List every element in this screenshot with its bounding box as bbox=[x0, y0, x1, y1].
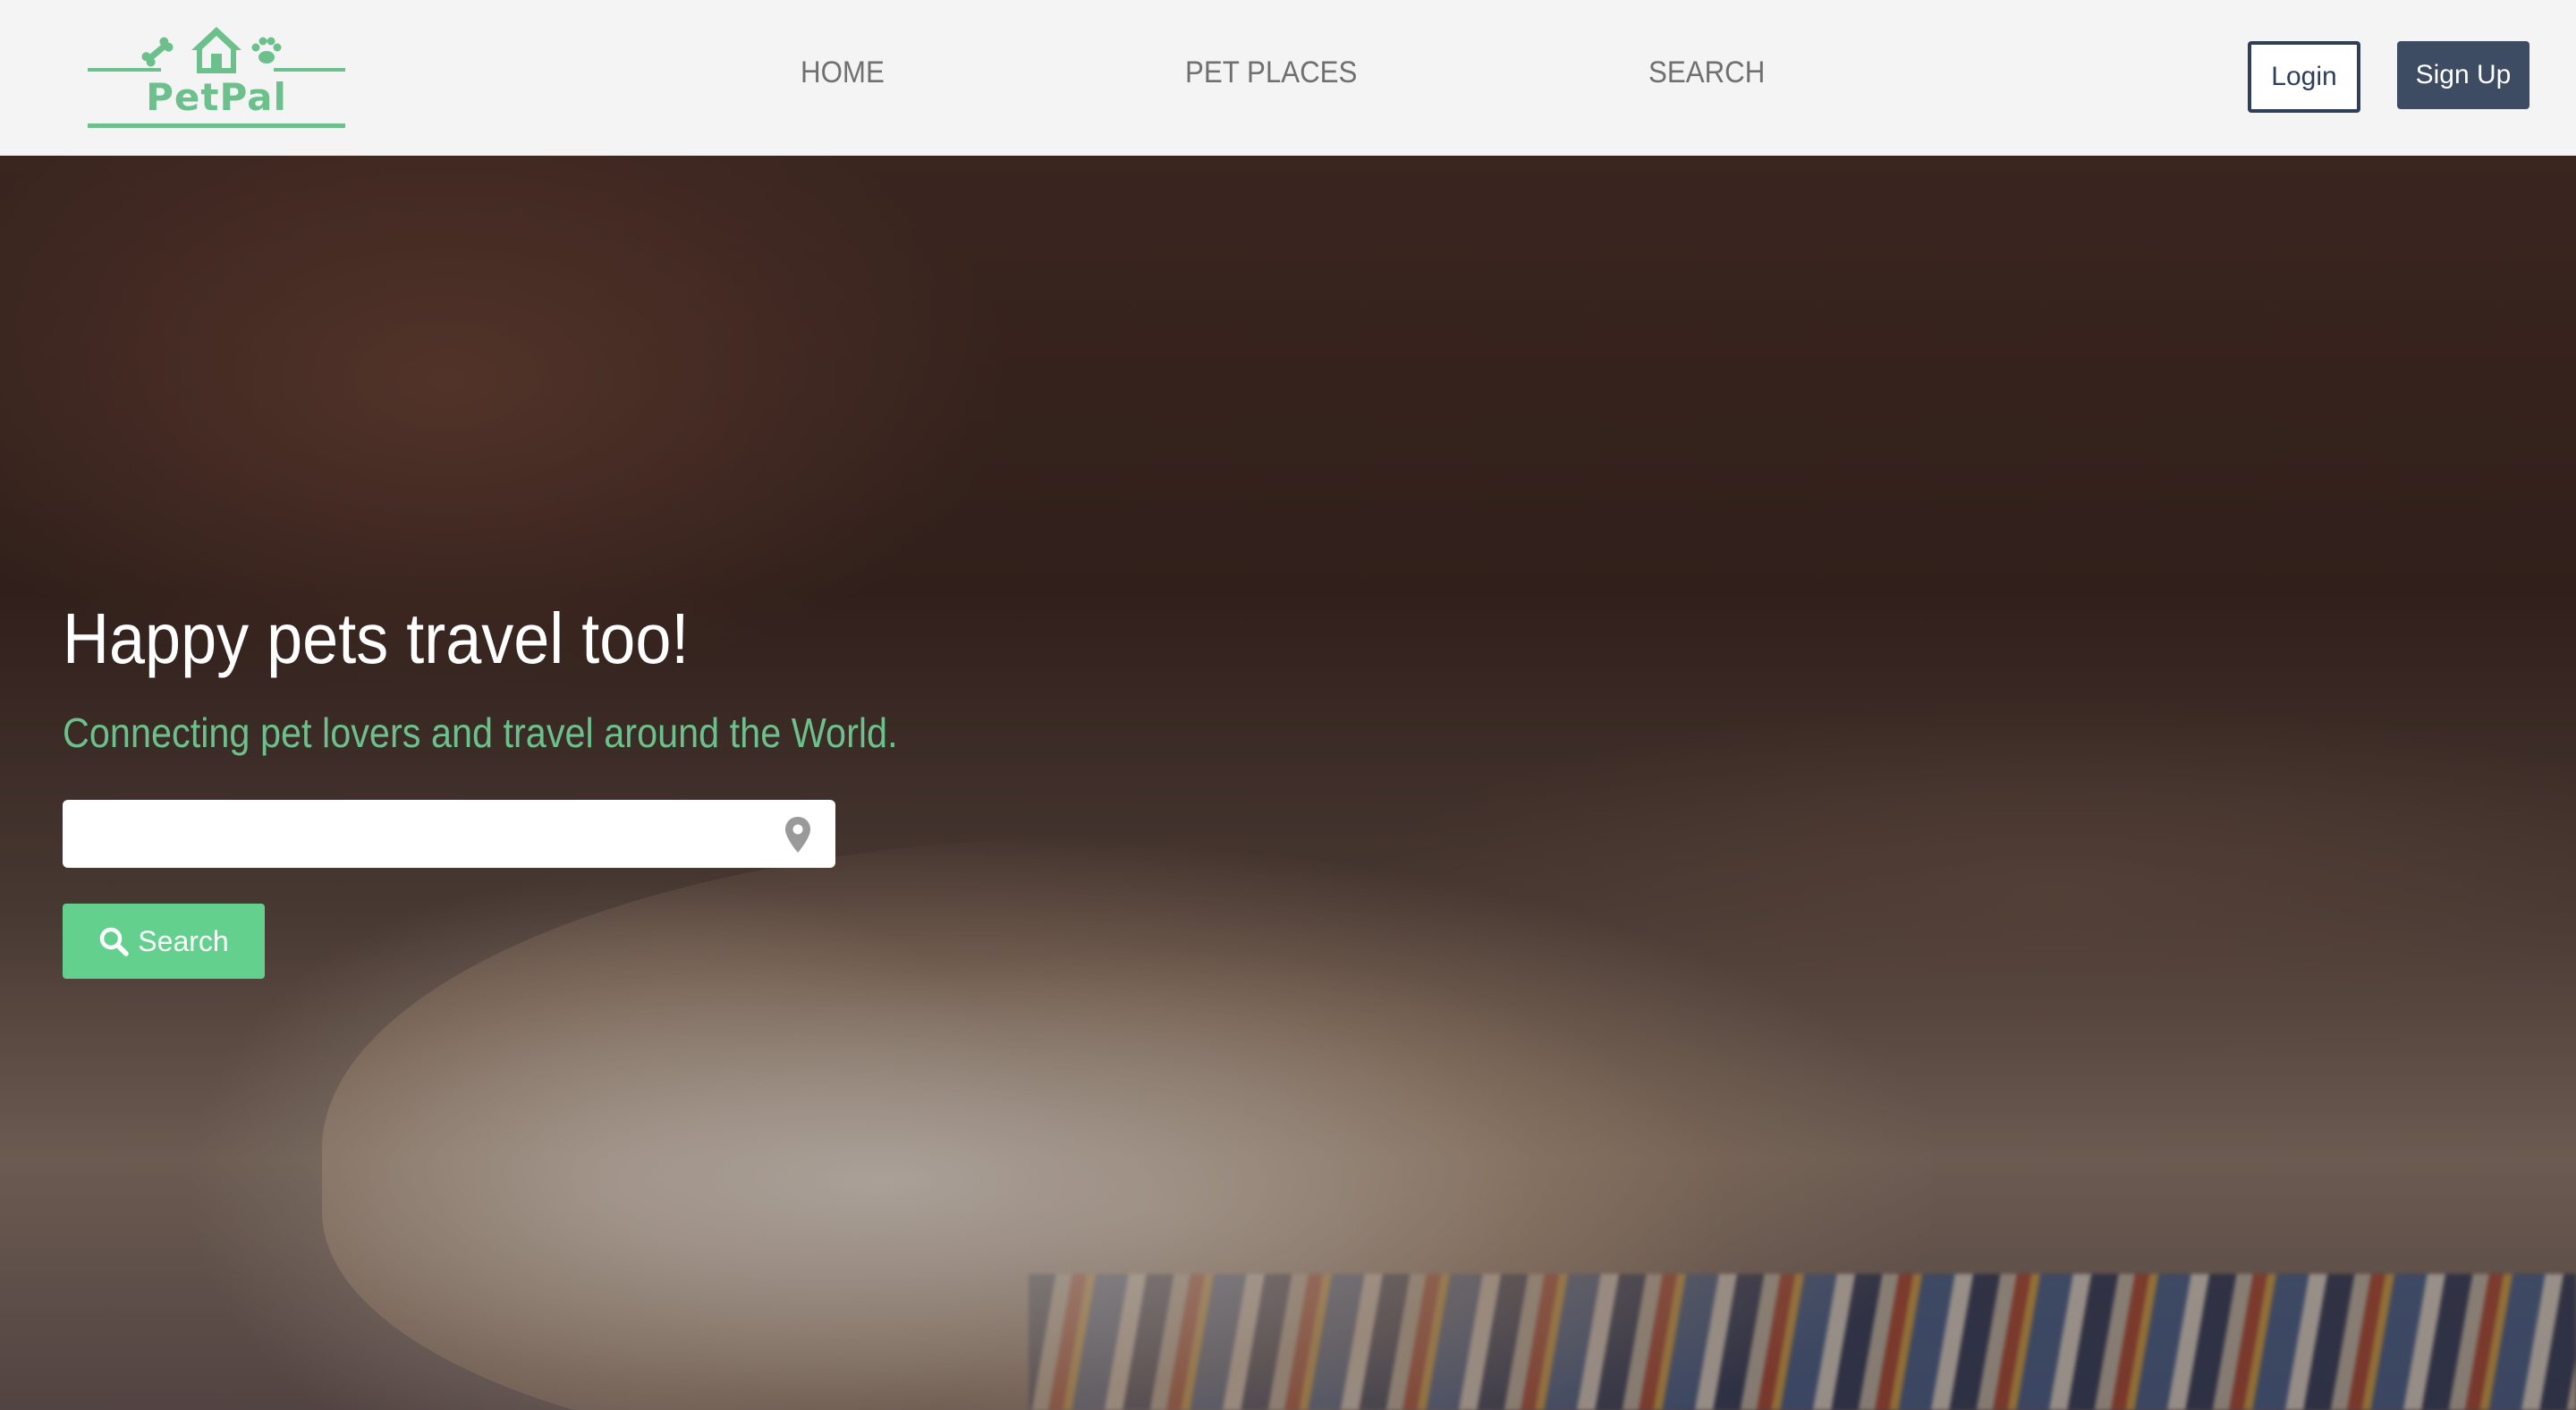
map-pin-icon[interactable] bbox=[784, 816, 812, 854]
nav-home-link[interactable]: HOME bbox=[801, 55, 885, 90]
nav-search-link[interactable]: SEARCH bbox=[1648, 55, 1765, 90]
logo-text: PetPal bbox=[146, 75, 287, 119]
search-icon bbox=[100, 927, 130, 956]
location-search-input[interactable] bbox=[63, 800, 760, 868]
search-button-label: Search bbox=[138, 924, 229, 957]
navbar: PetPal HOME PET PLACES SEARCH Login Sign… bbox=[0, 0, 2576, 156]
signup-button[interactable]: Sign Up bbox=[2397, 41, 2529, 109]
petpal-logo[interactable]: PetPal bbox=[86, 25, 347, 131]
hero-overlay bbox=[0, 156, 2576, 1410]
bone-icon bbox=[141, 37, 174, 67]
hero-section: Happy pets travel too! Connecting pet lo… bbox=[0, 156, 2576, 1410]
location-search-box bbox=[63, 800, 835, 868]
house-icon bbox=[191, 27, 242, 73]
nav-pet-places-link[interactable]: PET PLACES bbox=[1185, 55, 1357, 90]
hero-subtitle: Connecting pet lovers and travel around … bbox=[63, 709, 898, 756]
login-button[interactable]: Login bbox=[2248, 41, 2360, 113]
hero-title: Happy pets travel too! bbox=[63, 599, 690, 678]
paw-icon bbox=[251, 37, 282, 64]
search-button[interactable]: Search bbox=[63, 904, 265, 979]
